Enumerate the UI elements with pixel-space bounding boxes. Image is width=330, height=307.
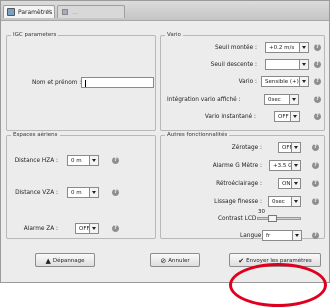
chevron-down-icon bbox=[299, 43, 308, 52]
vario-instantane-value: OFF bbox=[278, 114, 289, 120]
vario-group: Vario Seuil montée : +0.2 m/s ? Seuil de… bbox=[160, 32, 325, 131]
zerotage-select[interactable]: OFF bbox=[278, 142, 301, 153]
espaces-aeriens-group: Espaces aériens Distance HZA : 0 m ? Dis… bbox=[6, 132, 156, 239]
vario-title: Vario bbox=[165, 32, 183, 38]
help-icon[interactable]: ? bbox=[314, 96, 321, 103]
text-caret bbox=[85, 80, 86, 87]
help-icon[interactable]: ? bbox=[112, 189, 119, 196]
chevron-down-icon bbox=[292, 231, 301, 240]
name-label: Nom et prénom : bbox=[32, 80, 82, 86]
chevron-down-icon bbox=[289, 95, 298, 104]
igc-parameters-group: IGC parameters Nom et prénom : bbox=[6, 32, 156, 131]
chevron-down-icon bbox=[291, 143, 300, 152]
chevron-down-icon bbox=[291, 179, 300, 188]
chevron-down-icon bbox=[290, 112, 299, 121]
distance-vza-select[interactable]: 0 m bbox=[67, 187, 99, 198]
chevron-down-icon bbox=[291, 197, 300, 206]
help-icon[interactable]: ? bbox=[314, 44, 321, 51]
help-icon[interactable]: ? bbox=[314, 113, 321, 120]
help-icon[interactable]: ? bbox=[312, 162, 319, 169]
seuil-descente-select[interactable] bbox=[265, 59, 309, 70]
langue-value: fr bbox=[266, 233, 271, 239]
distance-hza-value: 0 m bbox=[71, 158, 82, 164]
retroeclairage-select[interactable]: ON bbox=[278, 178, 301, 189]
autres-fonctionnalites-title: Autres fonctionnalités bbox=[165, 132, 230, 138]
langue-label: Langue bbox=[240, 233, 262, 239]
contrast-lcd-slider[interactable] bbox=[257, 215, 301, 222]
tab-parametres[interactable]: Paramètres × bbox=[3, 5, 55, 18]
settings-window: Paramètres × … IGC parameters Nom et pré… bbox=[0, 0, 330, 307]
espaces-aeriens-title: Espaces aériens bbox=[11, 132, 60, 138]
annotation-oval bbox=[229, 263, 327, 307]
tab-inactive-label: … bbox=[72, 9, 78, 16]
contrast-lcd-slider-thumb[interactable] bbox=[268, 215, 277, 222]
distance-vza-value: 0 m bbox=[71, 190, 82, 196]
vario-mode-label: Vario : bbox=[238, 79, 257, 85]
integration-label: Intégration vario affiché : bbox=[167, 97, 241, 103]
autres-fonctionnalites-group: Autres fonctionnalités Zérotage : OFF ? … bbox=[160, 132, 325, 241]
vario-instantane-label: Vario instantané : bbox=[204, 114, 256, 120]
app-icon bbox=[7, 8, 15, 16]
alarme-g-metre-select[interactable]: +3.5 G bbox=[269, 160, 301, 171]
seuil-descente-label: Seuil descente : bbox=[210, 62, 257, 68]
distance-hza-label: Distance HZA : bbox=[14, 158, 58, 164]
chevron-down-icon bbox=[299, 60, 308, 69]
seuil-montee-label: Seuil montée : bbox=[214, 45, 257, 51]
contrast-lcd-value: 30 bbox=[258, 209, 265, 215]
vario-mode-value: Sensible (+) bbox=[265, 79, 299, 85]
igc-parameters-title: IGC parameters bbox=[11, 32, 59, 38]
integration-select[interactable]: 0sec bbox=[264, 94, 299, 105]
alarme-g-metre-label: Alarme G Mètre : bbox=[212, 163, 262, 169]
help-icon[interactable]: ? bbox=[112, 225, 119, 232]
tab-inactive[interactable]: … bbox=[57, 5, 125, 18]
alarme-g-metre-value: +3.5 G bbox=[273, 163, 293, 169]
seuil-montee-select[interactable]: +0.2 m/s bbox=[265, 42, 309, 53]
title-bar: Paramètres × … bbox=[1, 1, 329, 21]
warning-icon: ▲ bbox=[45, 257, 51, 265]
depannage-label: Dépannage bbox=[52, 258, 85, 264]
send-icon: ✔ bbox=[238, 257, 245, 265]
document-icon bbox=[62, 9, 68, 15]
depannage-button[interactable]: ▲ Dépannage bbox=[35, 253, 95, 267]
vario-mode-select[interactable]: Sensible (+) bbox=[261, 76, 309, 87]
contrast-lcd-label: Contrast LCD bbox=[218, 216, 257, 222]
help-icon[interactable]: ? bbox=[312, 180, 319, 187]
lissage-finesse-value: 0sec bbox=[272, 199, 285, 205]
chevron-down-icon bbox=[291, 161, 300, 170]
alarme-za-select[interactable]: OFF bbox=[75, 223, 99, 234]
chevron-down-icon bbox=[299, 77, 308, 86]
annuler-label: Annuler bbox=[168, 258, 190, 264]
help-icon[interactable]: ? bbox=[314, 61, 321, 68]
help-icon[interactable]: ? bbox=[314, 78, 321, 85]
lissage-finesse-select[interactable]: 0sec bbox=[268, 196, 301, 207]
seuil-montee-value: +0.2 m/s bbox=[269, 45, 295, 51]
langue-select[interactable]: fr bbox=[262, 230, 302, 241]
alarme-za-label: Alarme ZA : bbox=[23, 226, 58, 232]
close-icon[interactable]: × bbox=[46, 8, 51, 15]
retroeclairage-value: ON bbox=[282, 181, 291, 187]
help-icon[interactable]: ? bbox=[312, 232, 319, 239]
retroeclairage-label: Rétroéclairage : bbox=[216, 181, 262, 187]
distance-vza-label: Distance VZA : bbox=[15, 190, 58, 196]
lissage-finesse-label: Lissage finesse : bbox=[214, 199, 262, 205]
annuler-button[interactable]: ⊘ Annuler bbox=[150, 253, 200, 267]
help-icon[interactable]: ? bbox=[112, 157, 119, 164]
chevron-down-icon bbox=[89, 156, 98, 165]
integration-value: 0sec bbox=[268, 97, 281, 103]
zerotage-label: Zérotage : bbox=[231, 145, 262, 151]
help-icon[interactable]: ? bbox=[312, 198, 319, 205]
chevron-down-icon bbox=[89, 224, 98, 233]
distance-hza-select[interactable]: 0 m bbox=[67, 155, 99, 166]
cancel-icon: ⊘ bbox=[160, 257, 167, 265]
chevron-down-icon bbox=[89, 188, 98, 197]
vario-instantane-select[interactable]: OFF bbox=[274, 111, 300, 122]
name-field[interactable] bbox=[81, 77, 154, 88]
help-icon[interactable]: ? bbox=[312, 144, 319, 151]
